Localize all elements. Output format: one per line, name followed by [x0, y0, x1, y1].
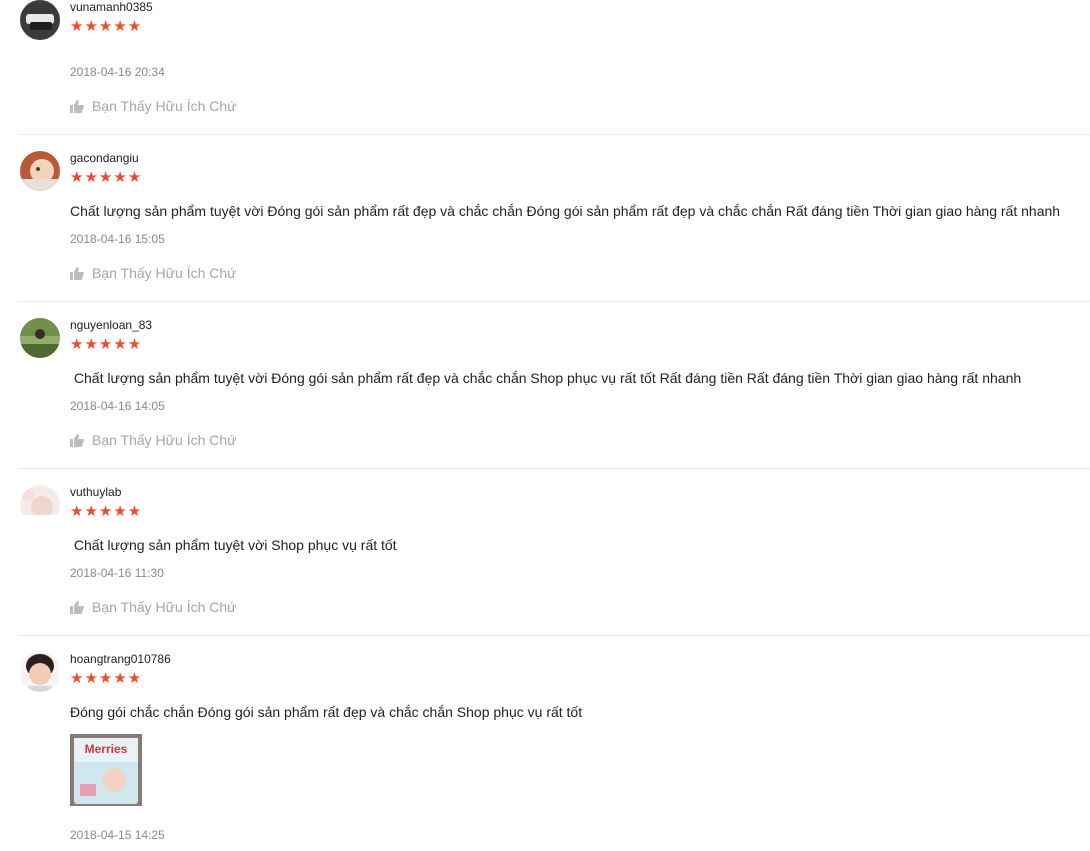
- helpful-label: Bạn Thấy Hữu Ích Chứ: [92, 98, 237, 114]
- avatar[interactable]: [20, 652, 60, 692]
- thumbs-up-icon: [70, 267, 84, 283]
- helpful-button[interactable]: Bạn Thấy Hữu Ích Chứ: [70, 599, 237, 617]
- avatar[interactable]: [20, 151, 60, 191]
- reviewer-username: hoangtrang010786: [70, 652, 171, 666]
- thumbs-up-icon: [70, 100, 84, 116]
- review-divider: [18, 134, 1090, 135]
- review-divider: [18, 301, 1090, 302]
- helpful-button[interactable]: Bạn Thấy Hữu Ích Chứ: [70, 265, 237, 283]
- rating-stars: ★★★★★: [70, 336, 143, 353]
- reviewer-username: vuthuylab: [70, 485, 122, 499]
- review-comment: Chất lượng sản phẩm tuyệt vời Đóng gói s…: [70, 203, 1061, 219]
- avatar[interactable]: [20, 318, 60, 358]
- thumbs-up-icon: [70, 601, 84, 617]
- review-divider: [18, 635, 1090, 636]
- thumbs-up-icon: [70, 434, 84, 450]
- rating-stars: ★★★★★: [70, 670, 143, 687]
- review-photo[interactable]: Merries: [70, 734, 142, 806]
- rating-stars: ★★★★★: [70, 18, 143, 35]
- review-date: 2018-04-16 20:34: [70, 65, 165, 79]
- review-date: 2018-04-16 11:30: [70, 566, 164, 580]
- review-date: 2018-04-16 15:05: [70, 232, 165, 246]
- reviewer-username: nguyenloan_83: [70, 318, 153, 332]
- helpful-label: Bạn Thấy Hữu Ích Chứ: [92, 265, 237, 281]
- review-date: 2018-04-15 14:25: [70, 828, 165, 842]
- avatar[interactable]: [20, 0, 60, 40]
- reviewer-username: gacondangiu: [70, 151, 139, 165]
- reviewer-username: vunamanh0385: [70, 0, 153, 14]
- helpful-button[interactable]: Bạn Thấy Hữu Ích Chứ: [70, 98, 237, 116]
- rating-stars: ★★★★★: [70, 503, 143, 520]
- helpful-label: Bạn Thấy Hữu Ích Chứ: [92, 432, 237, 448]
- photo-brand-text: Merries: [85, 742, 128, 756]
- avatar[interactable]: [20, 485, 60, 525]
- helpful-button[interactable]: Bạn Thấy Hữu Ích Chứ: [70, 432, 237, 450]
- review-divider: [18, 468, 1090, 469]
- review-comment: Đóng gói chắc chắn Đóng gói sản phẩm rất…: [70, 704, 583, 720]
- review-comment: Chất lượng sản phẩm tuyệt vời Đóng gói s…: [70, 370, 1022, 386]
- helpful-label: Bạn Thấy Hữu Ích Chứ: [92, 599, 237, 615]
- rating-stars: ★★★★★: [70, 169, 143, 186]
- review-date: 2018-04-16 14:05: [70, 399, 165, 413]
- review-comment: Chất lượng sản phẩm tuyệt vời Shop phục …: [70, 537, 397, 553]
